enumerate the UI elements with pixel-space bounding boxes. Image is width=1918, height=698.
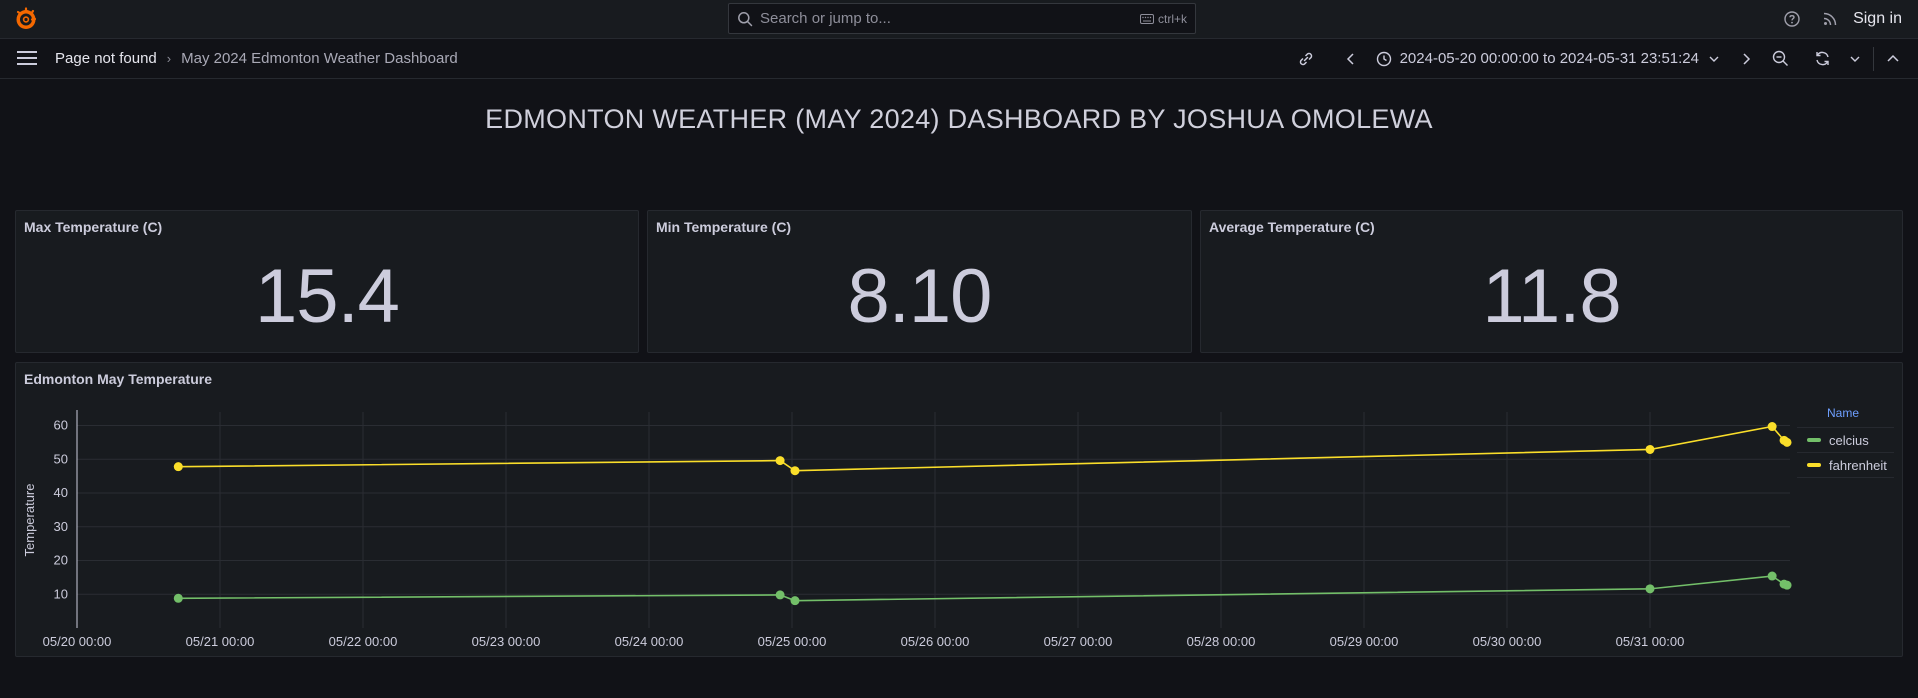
chart-legend: Name celcius fahrenheit [1797, 404, 1894, 478]
y-tick-label: 60 [54, 418, 68, 433]
data-point-celcius [173, 593, 183, 603]
data-point-fahrenheit [775, 456, 785, 466]
legend-label: fahrenheit [1829, 457, 1887, 473]
x-tick-label: 05/22 00:00 [329, 634, 398, 649]
legend-item-fahrenheit[interactable]: fahrenheit [1797, 453, 1894, 478]
data-point-fahrenheit [1645, 444, 1655, 454]
x-tick-label: 05/21 00:00 [186, 634, 255, 649]
y-axis-label: Temperature [22, 484, 37, 557]
x-tick-label: 05/31 00:00 [1616, 634, 1685, 649]
y-tick-label: 50 [54, 451, 68, 466]
x-tick-label: 05/20 00:00 [43, 634, 112, 649]
data-point-celcius [775, 590, 785, 600]
series-line-celcius [178, 575, 1788, 602]
data-point-celcius [1767, 571, 1777, 581]
temperature-chart: 10 20 30 40 50 60 05/20 00:00 05/21 00:00 05/22 … [22, 410, 1792, 649]
data-point-celcius [1645, 584, 1655, 594]
data-point-celcius [790, 596, 800, 606]
y-tick-label: 20 [54, 553, 68, 568]
legend-item-celcius[interactable]: celcius [1797, 428, 1894, 453]
x-tick-label: 05/26 00:00 [901, 634, 970, 649]
data-point-fahrenheit [1782, 437, 1792, 447]
legend-label: celcius [1829, 432, 1869, 448]
legend-swatch [1807, 438, 1821, 442]
y-tick-label: 10 [54, 586, 68, 601]
x-tick-label: 05/30 00:00 [1473, 634, 1542, 649]
y-tick-label: 40 [54, 485, 68, 500]
data-point-fahrenheit [790, 466, 800, 476]
series-line-fahrenheit [178, 425, 1788, 472]
x-tick-label: 05/28 00:00 [1187, 634, 1256, 649]
data-point-fahrenheit [173, 462, 183, 472]
data-point-celcius [1782, 580, 1792, 590]
x-tick-label: 05/29 00:00 [1330, 634, 1399, 649]
x-tick-label: 05/27 00:00 [1044, 634, 1113, 649]
legend-header[interactable]: Name [1797, 404, 1894, 428]
data-point-fahrenheit [1767, 422, 1777, 432]
legend-swatch [1807, 463, 1821, 467]
y-tick-label: 30 [54, 519, 68, 534]
x-tick-label: 05/24 00:00 [615, 634, 684, 649]
x-tick-label: 05/25 00:00 [758, 634, 827, 649]
x-tick-label: 05/23 00:00 [472, 634, 541, 649]
